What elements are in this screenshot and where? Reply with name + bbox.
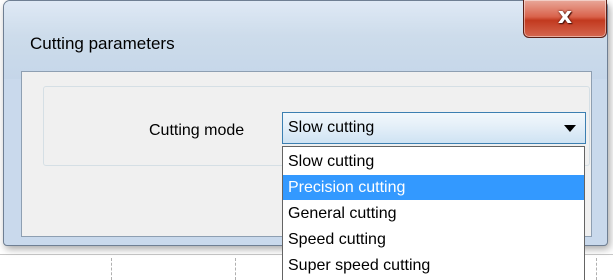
dropdown-option-speed-cutting[interactable]: Speed cutting: [283, 227, 584, 252]
background-tick: [235, 258, 237, 280]
background-tick: [596, 258, 598, 280]
background-tick: [111, 258, 113, 280]
cutting-mode-dropdown-list[interactable]: Slow cutting Precision cutting General c…: [282, 146, 585, 280]
close-button[interactable]: x: [523, 0, 607, 38]
chevron-down-icon[interactable]: [564, 125, 576, 132]
dropdown-option-precision-cutting[interactable]: Precision cutting: [283, 175, 584, 200]
dialog-title: Cutting parameters: [30, 34, 175, 53]
dropdown-option-super-speed-cutting[interactable]: Super speed cutting: [283, 253, 584, 278]
cutting-mode-label: Cutting mode: [149, 122, 245, 139]
title-bar[interactable]: Cutting parameters: [4, 1, 607, 79]
close-icon: x: [557, 4, 573, 29]
dropdown-option-general-cutting[interactable]: General cutting: [283, 201, 584, 226]
dropdown-option-slow-cutting[interactable]: Slow cutting: [283, 149, 584, 174]
cutting-mode-select[interactable]: Slow cutting: [282, 112, 586, 144]
cutting-mode-selected-value: Slow cutting: [288, 119, 375, 136]
